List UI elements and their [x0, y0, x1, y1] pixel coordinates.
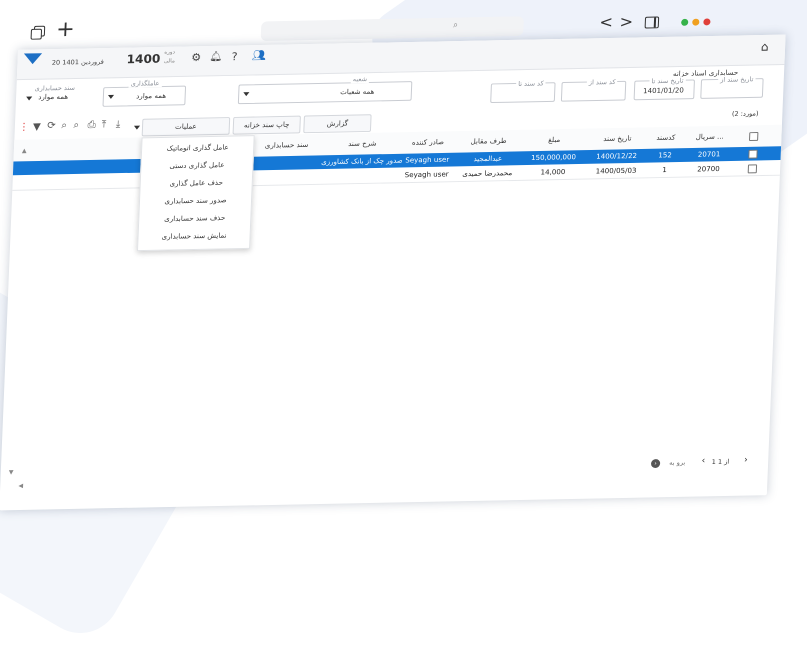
prev-page-icon[interactable]: ‹: [701, 456, 705, 466]
window-min-button[interactable]: [692, 18, 700, 26]
operations-button[interactable]: عملیات: [141, 117, 231, 137]
sidebar-toggle-icon[interactable]: [644, 16, 660, 29]
goto-button[interactable]: ›: [650, 459, 661, 469]
record-count: (مورد: 2): [731, 109, 759, 118]
chevron-down-icon: [243, 92, 250, 97]
doc-no-from-field[interactable]: کد سند از: [560, 78, 627, 102]
filter-icon[interactable]: ▼: [33, 122, 41, 133]
refresh-icon[interactable]: ⟳: [47, 120, 56, 131]
row-checkbox[interactable]: [748, 149, 758, 159]
fiscal-sub: مالی: [163, 58, 175, 65]
home-icon[interactable]: ⌂: [761, 40, 769, 54]
col-serial[interactable]: سریال ...: [688, 126, 731, 148]
from-date-field[interactable]: تاریخ سند از: [700, 75, 764, 99]
menu-item-manual-assign[interactable]: عامل گذاری دستی: [141, 156, 253, 176]
goto-label: برو به: [669, 458, 686, 467]
branch-filter[interactable]: شعبه همه شعبات: [237, 75, 413, 105]
pager: › برو به ‹ 1 از 1 ›: [0, 454, 768, 487]
window-close-button[interactable]: [703, 18, 711, 26]
browser-window: + ⌕ < > 20 فروردین 1401 1400 دوره مالی ⚙…: [0, 0, 786, 518]
acc-doc-filter[interactable]: سند حسابداری همه موارد: [22, 84, 94, 111]
menu-item-issue-acc-doc[interactable]: صدور سند حسابداری: [140, 191, 252, 211]
window-max-button[interactable]: [681, 18, 689, 26]
operator-filter[interactable]: عاملگذاری همه موارد: [102, 79, 187, 107]
chevron-down-icon[interactable]: [133, 125, 141, 130]
download-icon[interactable]: ⤓: [116, 119, 121, 130]
tabs-icon[interactable]: [30, 25, 46, 40]
back-button[interactable]: <: [599, 13, 613, 32]
search-icon[interactable]: ⌕: [61, 120, 67, 131]
chevron-down-icon: [107, 94, 115, 99]
app-frame: 20 فروردین 1401 1400 دوره مالی ⚙ 🔔︎ ? 👥︎…: [0, 34, 786, 511]
select-all-checkbox[interactable]: [748, 132, 759, 142]
app-logo-icon: [23, 53, 43, 65]
bell-icon[interactable]: 🔔︎: [209, 52, 222, 63]
menu-item-delete-acc-doc[interactable]: حذف سند حسابداری: [139, 209, 251, 229]
gear-icon[interactable]: ⚙: [191, 51, 201, 64]
address-bar[interactable]: ⌕: [260, 16, 524, 42]
col-issuer[interactable]: صادر کننده: [402, 131, 453, 154]
report-button[interactable]: گزارش: [303, 114, 372, 134]
print-icon[interactable]: ⎙: [87, 120, 96, 131]
menu-item-auto-assign[interactable]: عامل گذاری اتوماتیک: [142, 138, 254, 158]
page-indicator: 1 از 1: [711, 457, 730, 466]
col-desc[interactable]: شرح سند: [322, 132, 404, 155]
operations-menu: عامل گذاری اتوماتیک عامل گذاری دستی حذف …: [136, 135, 255, 252]
menu-item-remove-assign[interactable]: حذف عامل گذاری: [140, 173, 252, 193]
fiscal-year[interactable]: 1400: [126, 52, 160, 66]
print-treasury-button[interactable]: چاپ سند خزانه: [232, 115, 301, 135]
row-checkbox[interactable]: [747, 164, 758, 174]
menu-item-show-acc-doc[interactable]: نمایش سند حسابداری: [138, 226, 250, 246]
chevron-down-icon: [26, 96, 33, 101]
doc-no-to-field[interactable]: کد سند تا: [490, 79, 556, 104]
users-icon[interactable]: 👥︎: [252, 49, 267, 62]
col-acc-doc[interactable]: سند حسابداری: [256, 134, 317, 157]
to-date-field[interactable]: تاریخ سند تا 1401/01/20: [633, 76, 695, 101]
search-advanced-icon[interactable]: ⌕: [73, 120, 79, 131]
next-page-icon[interactable]: ›: [744, 455, 748, 465]
scroll-up-icon[interactable]: ▲: [22, 148, 27, 155]
new-tab-button[interactable]: +: [56, 17, 76, 42]
search-icon: ⌕: [452, 20, 459, 31]
col-code[interactable]: کدسند: [648, 127, 684, 149]
settings-dots-icon[interactable]: ⋮: [19, 122, 30, 133]
current-date: 20 فروردین 1401: [51, 57, 105, 67]
help-icon[interactable]: ?: [231, 50, 237, 63]
col-amount[interactable]: مبلغ: [524, 129, 585, 152]
forward-button[interactable]: >: [619, 12, 633, 31]
col-party[interactable]: طرف مقابل: [458, 130, 519, 153]
col-date[interactable]: تاریخ سند: [589, 127, 645, 150]
fiscal-label: دوره: [164, 49, 176, 56]
upload-icon[interactable]: ⤒: [102, 119, 107, 130]
